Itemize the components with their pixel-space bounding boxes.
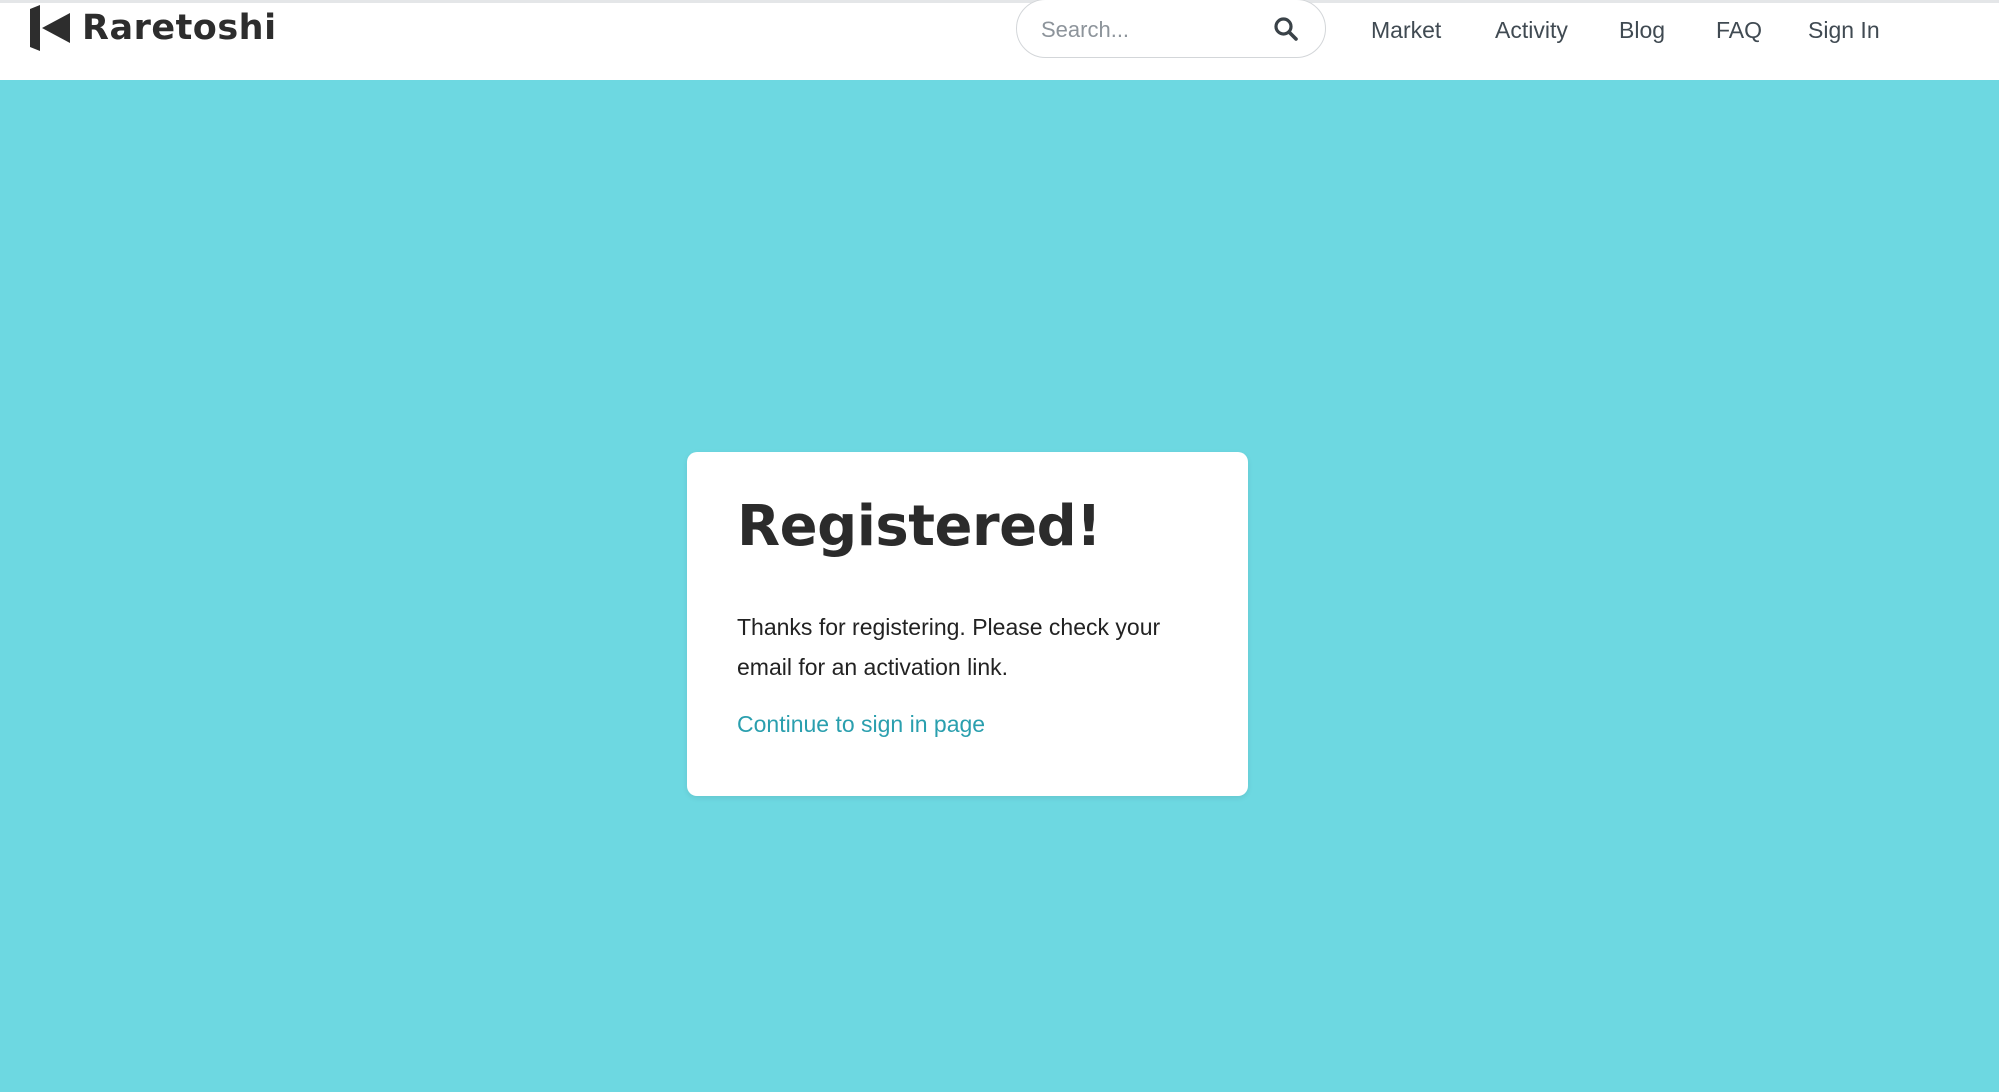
nav-sign-in[interactable]: Sign In [1808,17,1880,49]
nav-blog[interactable]: Blog [1619,17,1665,49]
registration-confirmation-card: Registered! Thanks for registering. Plea… [687,452,1248,796]
continue-to-sign-in-link[interactable]: Continue to sign in page [737,711,985,738]
nav-market[interactable]: Market [1371,17,1441,49]
search-box [1016,0,1326,58]
page-title: Registered! [737,494,1102,559]
site-header: Raretoshi Market Activity Blog FAQ Sign … [0,0,1999,80]
nav-activity[interactable]: Activity [1495,17,1568,49]
raretoshi-logo-icon [30,5,70,51]
search-icon[interactable] [1273,16,1299,42]
confirmation-message: Thanks for registering. Please check you… [737,614,1161,680]
brand-name: Raretoshi [82,8,277,48]
search-input[interactable] [1041,14,1261,46]
nav-faq[interactable]: FAQ [1716,17,1762,49]
brand-logo-link[interactable]: Raretoshi [30,5,277,51]
